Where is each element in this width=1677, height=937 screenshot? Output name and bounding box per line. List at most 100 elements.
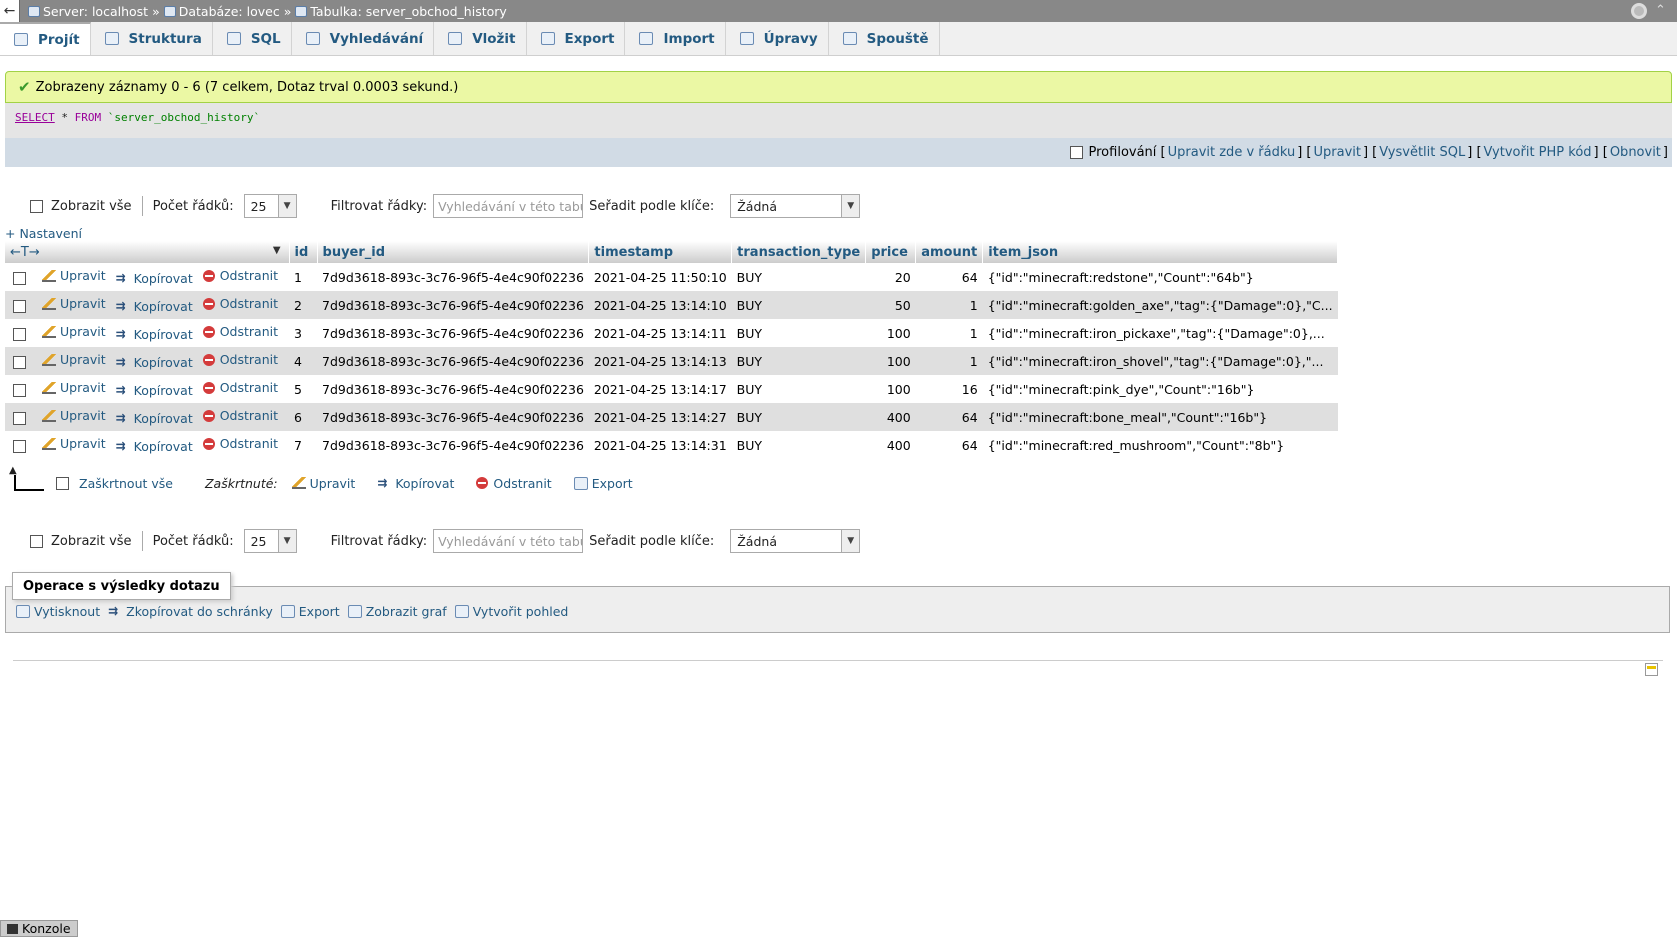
tab-search[interactable]: Vyhledávání: [292, 22, 435, 55]
column-header-transaction-type[interactable]: transaction_type: [731, 241, 867, 263]
table-row[interactable]: Upravit ⇉ Kopírovat Odstranit 1 7d9d3618-…: [5, 263, 1338, 291]
cell-price[interactable]: 100: [865, 375, 916, 403]
sql-select-keyword[interactable]: SELECT: [15, 111, 55, 124]
copy-to-clipboard-link[interactable]: ⇉ Zkopírovat do schránky: [108, 604, 273, 619]
filter-input[interactable]: Vyhledávání v této tabulce: [433, 194, 584, 218]
row-delete-button[interactable]: Odstranit: [202, 268, 278, 283]
settings-link[interactable]: + Nastavení: [5, 226, 82, 241]
table-row[interactable]: Upravit ⇉ Kopírovat Odstranit 6 7d9d3618-…: [5, 403, 1338, 431]
filter-input[interactable]: Vyhledávání v této tabulce: [433, 529, 584, 553]
table-row[interactable]: Upravit ⇉ Kopírovat Odstranit 7 7d9d3618-…: [5, 431, 1338, 459]
cell-timestamp[interactable]: 2021-04-25 13:14:11: [588, 319, 732, 347]
cell-timestamp[interactable]: 2021-04-25 11:50:10: [588, 263, 732, 291]
row-count-select[interactable]: 25 ▼: [243, 529, 297, 553]
breadcrumb-server[interactable]: Server: localhost: [43, 4, 148, 19]
export-link[interactable]: Export: [280, 604, 340, 619]
row-edit-button[interactable]: Upravit: [41, 380, 106, 395]
table-row[interactable]: Upravit ⇉ Kopírovat Odstranit 5 7d9d3618-…: [5, 375, 1338, 403]
cell-amount[interactable]: 1: [915, 347, 983, 375]
collapse-icon[interactable]: ⌃: [1655, 3, 1671, 19]
cell-price[interactable]: 50: [865, 291, 916, 319]
cell-id[interactable]: 5: [289, 375, 318, 403]
cell-transaction-type[interactable]: BUY: [731, 263, 866, 291]
tab-browse[interactable]: Projít: [0, 22, 91, 55]
cell-id[interactable]: 1: [289, 263, 318, 291]
row-edit-button[interactable]: Upravit: [41, 324, 106, 339]
cell-id[interactable]: 2: [289, 291, 318, 319]
cell-amount[interactable]: 1: [915, 291, 983, 319]
tab-insert[interactable]: Vložit: [434, 22, 527, 55]
cell-amount[interactable]: 64: [915, 431, 983, 459]
row-checkbox[interactable]: [13, 355, 26, 369]
cell-id[interactable]: 3: [289, 319, 318, 347]
column-header-id[interactable]: id: [289, 241, 318, 263]
row-copy-button[interactable]: ⇉ Kopírovat: [116, 299, 193, 314]
row-checkbox[interactable]: [13, 271, 26, 285]
row-edit-button[interactable]: Upravit: [41, 296, 106, 311]
cell-timestamp[interactable]: 2021-04-25 13:14:10: [588, 291, 732, 319]
row-edit-button[interactable]: Upravit: [41, 436, 106, 451]
sort-dropdown-icon[interactable]: ▼: [273, 245, 281, 256]
tab-structure[interactable]: Struktura: [91, 22, 213, 55]
row-checkbox[interactable]: [13, 299, 26, 313]
cell-item-json[interactable]: {"id":"minecraft:bone_meal","Count":"16b…: [982, 403, 1338, 431]
cell-buyer-id[interactable]: 7d9d3618-893c-3c76-96f5-4e4c90f02236: [317, 263, 589, 291]
show-all-checkbox[interactable]: [30, 534, 43, 548]
create-php-link[interactable]: Vytvořit PHP kód: [1484, 145, 1592, 160]
table-row[interactable]: Upravit ⇉ Kopírovat Odstranit 4 7d9d3618-…: [5, 347, 1338, 375]
bulk-export-button[interactable]: Export: [573, 476, 633, 491]
column-header-price[interactable]: price: [865, 241, 917, 263]
cell-item-json[interactable]: {"id":"minecraft:redstone","Count":"64b"…: [982, 263, 1338, 291]
cell-price[interactable]: 100: [865, 347, 916, 375]
row-checkbox[interactable]: [13, 439, 26, 453]
row-copy-button[interactable]: ⇉ Kopírovat: [116, 271, 193, 286]
cell-buyer-id[interactable]: 7d9d3618-893c-3c76-96f5-4e4c90f02236: [317, 291, 589, 319]
row-checkbox[interactable]: [13, 383, 26, 397]
column-resize-header[interactable]: ←T→ ▼: [5, 241, 290, 263]
cell-item-json[interactable]: {"id":"minecraft:iron_shovel","tag":{"Da…: [982, 347, 1338, 375]
breadcrumb-database[interactable]: Databáze: lovec: [179, 4, 280, 19]
page-icon[interactable]: [1645, 663, 1658, 676]
row-checkbox[interactable]: [13, 411, 26, 425]
edit-inline-link[interactable]: Upravit zde v řádku: [1168, 145, 1296, 160]
cell-id[interactable]: 4: [289, 347, 318, 375]
row-delete-button[interactable]: Odstranit: [202, 352, 278, 367]
bulk-delete-button[interactable]: Odstranit: [476, 476, 552, 491]
check-all-checkbox[interactable]: [56, 476, 69, 490]
row-delete-button[interactable]: Odstranit: [202, 296, 278, 311]
cell-timestamp[interactable]: 2021-04-25 13:14:13: [588, 347, 732, 375]
row-delete-button[interactable]: Odstranit: [202, 324, 278, 339]
cell-buyer-id[interactable]: 7d9d3618-893c-3c76-96f5-4e4c90f02236: [317, 375, 589, 403]
breadcrumb-table[interactable]: Tabulka: server_obchod_history: [310, 4, 506, 19]
table-row[interactable]: Upravit ⇉ Kopírovat Odstranit 3 7d9d3618-…: [5, 319, 1338, 347]
cell-id[interactable]: 7: [289, 431, 318, 459]
cell-buyer-id[interactable]: 7d9d3618-893c-3c76-96f5-4e4c90f02236: [317, 403, 589, 431]
display-chart-link[interactable]: Zobrazit graf: [347, 604, 447, 619]
cell-transaction-type[interactable]: BUY: [731, 375, 866, 403]
cell-timestamp[interactable]: 2021-04-25 13:14:27: [588, 403, 732, 431]
cell-amount[interactable]: 16: [915, 375, 983, 403]
cell-price[interactable]: 20: [865, 263, 916, 291]
profiling-checkbox[interactable]: [1069, 146, 1083, 159]
create-view-link[interactable]: Vytvořit pohled: [454, 604, 568, 619]
row-edit-button[interactable]: Upravit: [41, 408, 106, 423]
check-all-link[interactable]: Zaškrtnout vše: [79, 476, 173, 491]
show-all-checkbox[interactable]: [30, 199, 43, 213]
cell-transaction-type[interactable]: BUY: [731, 291, 866, 319]
row-copy-button[interactable]: ⇉ Kopírovat: [116, 327, 193, 342]
cell-transaction-type[interactable]: BUY: [731, 403, 866, 431]
sort-select[interactable]: Žádná ▼: [730, 529, 861, 553]
cell-price[interactable]: 400: [865, 431, 916, 459]
print-link[interactable]: Vytisknout: [16, 604, 100, 619]
cell-item-json[interactable]: {"id":"minecraft:pink_dye","Count":"16b"…: [982, 375, 1338, 403]
cell-timestamp[interactable]: 2021-04-25 13:14:17: [588, 375, 732, 403]
cell-id[interactable]: 6: [289, 403, 318, 431]
tab-triggers[interactable]: Spouště: [829, 22, 940, 55]
console-button[interactable]: Konzole: [0, 920, 78, 937]
cell-item-json[interactable]: {"id":"minecraft:iron_pickaxe","tag":{"D…: [982, 319, 1338, 347]
tab-sql[interactable]: SQL: [213, 22, 292, 55]
table-row[interactable]: Upravit ⇉ Kopírovat Odstranit 2 7d9d3618-…: [5, 291, 1338, 319]
explain-sql-link[interactable]: Vysvětlit SQL: [1379, 145, 1465, 160]
column-header-item-json[interactable]: item_json: [982, 241, 1339, 263]
cell-buyer-id[interactable]: 7d9d3618-893c-3c76-96f5-4e4c90f02236: [317, 319, 589, 347]
